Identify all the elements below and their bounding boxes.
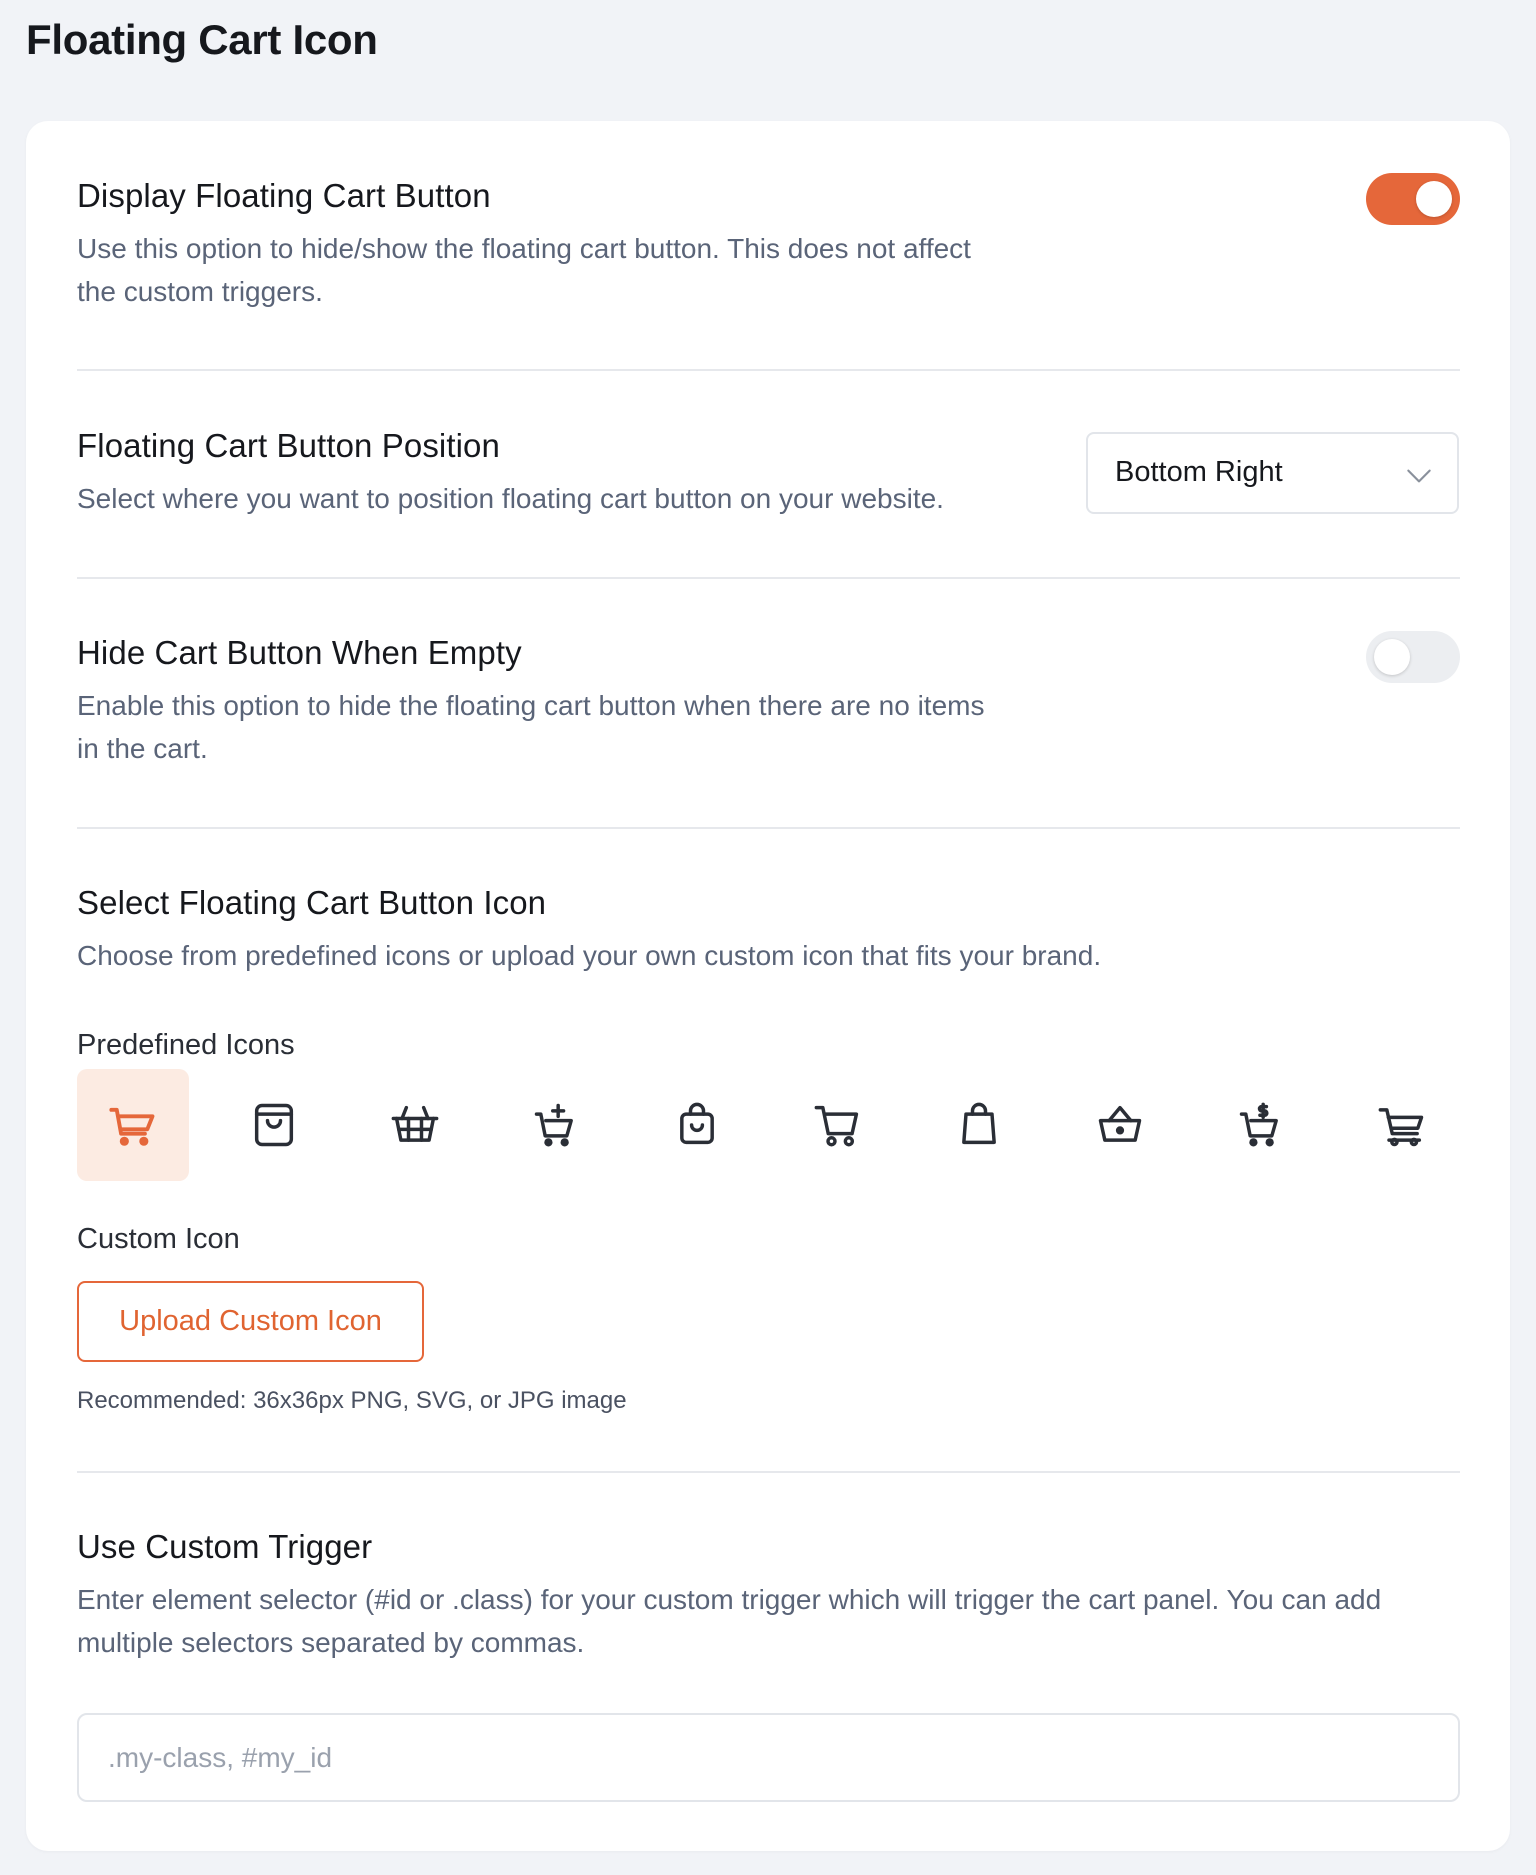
icon-option-cart-flat[interactable] (1346, 1069, 1458, 1181)
display-button-section: Display Floating Cart Button Use this op… (77, 177, 1460, 313)
custom-trigger-section: Use Custom Trigger Enter element selecto… (77, 1528, 1460, 1664)
shopping-bag-icon (254, 1103, 294, 1147)
cart-flat-icon (1378, 1108, 1424, 1147)
upload-hint: Recommended: 36x36px PNG, SVG, or JPG im… (77, 1387, 627, 1414)
chevron-down-icon (1407, 469, 1431, 483)
cart-dollar-icon (1239, 1102, 1278, 1147)
icon-option-bag[interactable] (218, 1069, 330, 1181)
cart-plus-icon (534, 1103, 573, 1147)
divider (77, 369, 1460, 371)
custom-trigger-description: Enter element selector (#id or .class) f… (77, 1584, 1382, 1658)
icon-select-description: Choose from predefined icons or upload y… (77, 940, 1102, 971)
toggle-knob (1416, 181, 1452, 217)
bag-simple-icon (962, 1102, 996, 1145)
display-button-title: Display Floating Cart Button (77, 177, 491, 214)
custom-trigger-title: Use Custom Trigger (77, 1528, 373, 1565)
basket-dome-icon (1098, 1105, 1142, 1142)
position-description: Select where you want to position floati… (77, 483, 944, 514)
hide-empty-description: Enable this option to hide the floating … (77, 690, 985, 764)
icon-option-cart-dollar[interactable] (1205, 1069, 1317, 1181)
icon-option-cart[interactable] (77, 1069, 189, 1181)
icon-option-cart-outline[interactable] (782, 1069, 894, 1181)
custom-trigger-input[interactable] (77, 1713, 1460, 1802)
icon-option-basket[interactable] (359, 1069, 471, 1181)
cart-icon (109, 1107, 155, 1146)
toggle-knob (1374, 639, 1410, 675)
divider (77, 1471, 1460, 1473)
position-select[interactable]: Bottom Right (1086, 432, 1459, 514)
predefined-icons-label: Predefined Icons (77, 1029, 295, 1061)
icon-option-bag-check[interactable] (641, 1069, 753, 1181)
basket-icon (391, 1105, 439, 1142)
bag-check-icon (680, 1102, 714, 1145)
icon-option-bag-simple[interactable] (923, 1069, 1035, 1181)
display-button-toggle[interactable] (1366, 173, 1460, 225)
display-button-description: Use this option to hide/show the floatin… (77, 233, 971, 307)
divider (77, 577, 1460, 579)
custom-icon-label: Custom Icon (77, 1223, 240, 1255)
settings-card: Display Floating Cart Button Use this op… (26, 121, 1510, 1851)
hide-empty-toggle[interactable] (1366, 631, 1460, 683)
hide-empty-title: Hide Cart Button When Empty (77, 634, 522, 671)
page-title: Floating Cart Icon (26, 16, 378, 63)
icon-select-section: Select Floating Cart Button Icon Choose … (77, 884, 1460, 977)
hide-empty-section: Hide Cart Button When Empty Enable this … (77, 634, 1460, 770)
position-select-value: Bottom Right (1115, 456, 1283, 488)
cart-outline-icon (814, 1105, 859, 1147)
icon-option-basket-dome[interactable] (1064, 1069, 1176, 1181)
divider (77, 827, 1460, 829)
upload-custom-icon-button[interactable]: Upload Custom Icon (77, 1281, 424, 1362)
icon-option-cart-plus[interactable] (500, 1069, 612, 1181)
icon-select-title: Select Floating Cart Button Icon (77, 884, 547, 921)
